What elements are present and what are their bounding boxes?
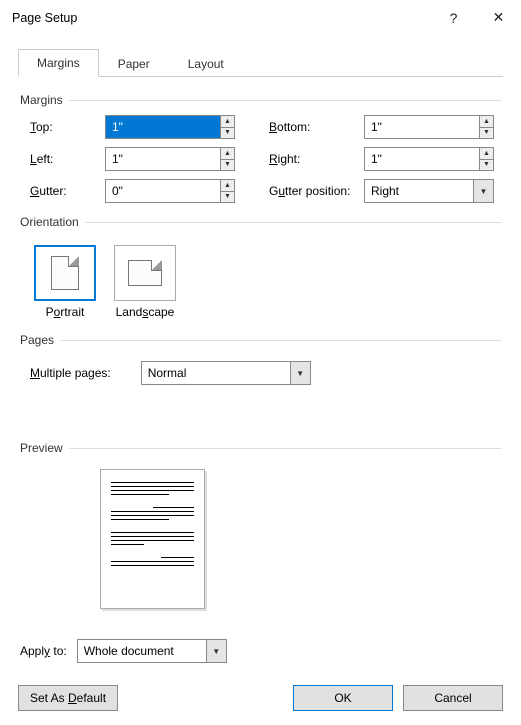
page-setup-dialog: Page Setup ? ✕ Margins Paper Layout Marg…: [0, 0, 521, 702]
input-left[interactable]: [106, 148, 220, 170]
label-top: Top:: [30, 120, 105, 134]
close-button[interactable]: ✕: [476, 0, 521, 36]
spin-down-icon[interactable]: ▼: [221, 191, 234, 203]
group-margins: Margins: [20, 93, 501, 107]
tab-layout[interactable]: Layout: [169, 50, 243, 77]
combo-apply-to-value: Whole document: [78, 644, 206, 658]
input-gutter[interactable]: [106, 180, 220, 202]
group-orientation: Orientation: [20, 215, 501, 229]
tab-paper[interactable]: Paper: [99, 50, 169, 77]
close-icon: ✕: [493, 9, 505, 26]
landscape-page-icon: [128, 260, 162, 286]
group-orientation-label: Orientation: [20, 215, 85, 229]
landscape-box: [114, 245, 176, 301]
group-preview: Preview: [20, 441, 501, 455]
pages-row: Multiple pages: Normal ▼: [30, 361, 501, 385]
cancel-button[interactable]: Cancel: [403, 685, 503, 711]
input-top[interactable]: [106, 116, 220, 138]
spin-up-icon[interactable]: ▲: [480, 116, 493, 127]
rule: [85, 222, 501, 223]
set-as-default-button[interactable]: Set As Default: [18, 685, 118, 711]
orientation-portrait[interactable]: Portrait: [34, 245, 96, 319]
spinner-top[interactable]: ▲▼: [105, 115, 235, 139]
spin-up-icon[interactable]: ▲: [480, 148, 493, 159]
spin-down-icon[interactable]: ▼: [221, 159, 234, 171]
help-button[interactable]: ?: [431, 0, 476, 36]
spin-up-icon[interactable]: ▲: [221, 148, 234, 159]
combo-multiple-pages-value: Normal: [142, 366, 290, 380]
portrait-label: Portrait: [46, 305, 85, 319]
label-gutter: Gutter:: [30, 184, 105, 198]
rule: [60, 340, 501, 341]
set-as-default-label: Set As Default: [30, 691, 106, 705]
group-pages-label: Pages: [20, 333, 60, 347]
spinner-gutter[interactable]: ▲▼: [105, 179, 235, 203]
combo-multiple-pages[interactable]: Normal ▼: [141, 361, 311, 385]
orientation-row: Portrait Landscape: [34, 245, 501, 319]
label-multiple-pages: Multiple pages:: [30, 366, 111, 380]
tab-margins[interactable]: Margins: [18, 49, 99, 77]
combo-gutter-position-value: Right: [365, 184, 473, 198]
ok-button[interactable]: OK: [293, 685, 393, 711]
titlebar: Page Setup ? ✕: [0, 0, 521, 36]
group-preview-label: Preview: [20, 441, 69, 455]
label-right: Right:: [269, 152, 364, 166]
label-bottom: Bottom:: [269, 120, 364, 134]
dialog-title: Page Setup: [12, 11, 431, 25]
input-bottom[interactable]: [365, 116, 479, 138]
spin-up-icon[interactable]: ▲: [221, 116, 234, 127]
spin-buttons[interactable]: ▲▼: [220, 116, 234, 138]
label-gutter-position: Gutter position:: [269, 184, 364, 198]
margins-grid: Top: ▲▼ Bottom: ▲▼ Left: ▲▼ Right: ▲▼: [30, 115, 501, 203]
chevron-down-icon[interactable]: ▼: [290, 362, 310, 384]
cancel-label: Cancel: [434, 691, 471, 705]
portrait-page-icon: [51, 256, 79, 290]
preview-page: [100, 469, 205, 609]
combo-gutter-position[interactable]: Right ▼: [364, 179, 494, 203]
group-pages: Pages: [20, 333, 501, 347]
dialog-body: Margins Top: ▲▼ Bottom: ▲▼ Left: ▲▼ Righ…: [0, 77, 521, 673]
spin-buttons[interactable]: ▲▼: [220, 180, 234, 202]
rule: [69, 100, 501, 101]
group-margins-label: Margins: [20, 93, 69, 107]
combo-apply-to[interactable]: Whole document ▼: [77, 639, 227, 663]
button-bar: Set As Default OK Cancel: [0, 673, 521, 725]
chevron-down-icon[interactable]: ▼: [473, 180, 493, 202]
spinner-left[interactable]: ▲▼: [105, 147, 235, 171]
orientation-landscape[interactable]: Landscape: [114, 245, 176, 319]
spin-up-icon[interactable]: ▲: [221, 180, 234, 191]
rule: [69, 448, 501, 449]
spin-buttons[interactable]: ▲▼: [479, 116, 493, 138]
label-apply-to: Apply to:: [20, 644, 67, 658]
apply-to-row: Apply to: Whole document ▼: [20, 639, 501, 663]
spinner-right[interactable]: ▲▼: [364, 147, 494, 171]
ok-label: OK: [334, 691, 351, 705]
spin-buttons[interactable]: ▲▼: [220, 148, 234, 170]
input-right[interactable]: [365, 148, 479, 170]
spinner-bottom[interactable]: ▲▼: [364, 115, 494, 139]
label-left: Left:: [30, 152, 105, 166]
spin-buttons[interactable]: ▲▼: [479, 148, 493, 170]
tabstrip: Margins Paper Layout: [18, 48, 503, 77]
landscape-label: Landscape: [116, 305, 175, 319]
chevron-down-icon[interactable]: ▼: [206, 640, 226, 662]
spin-down-icon[interactable]: ▼: [480, 127, 493, 139]
spin-down-icon[interactable]: ▼: [221, 127, 234, 139]
portrait-box: [34, 245, 96, 301]
spin-down-icon[interactable]: ▼: [480, 159, 493, 171]
